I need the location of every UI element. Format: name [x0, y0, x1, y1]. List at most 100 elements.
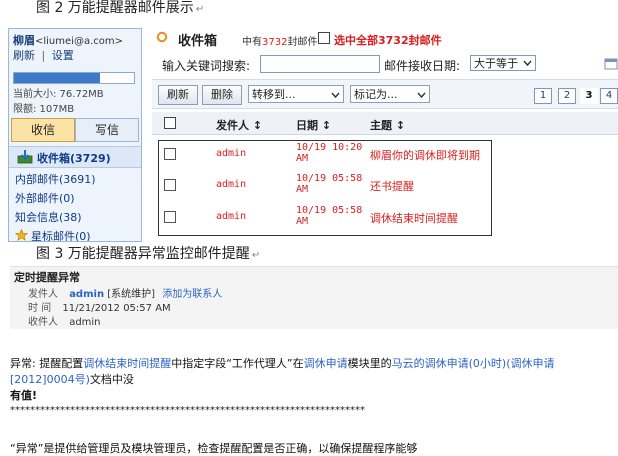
mailbox-title: 收件箱 — [178, 34, 218, 49]
mailbox-bullet-icon — [156, 31, 168, 43]
column-sender-label: 发件人 — [216, 119, 249, 132]
select-all-link[interactable]: 选中全部3732封邮件 — [334, 32, 442, 48]
date-label: 邮件接收日期: — [384, 59, 461, 73]
mail-count-prefix: 中有 — [242, 37, 262, 48]
sort-icon: ↕ — [252, 119, 263, 132]
row-date: 10/19 10:20 AM — [296, 142, 362, 164]
recipient-label: 收件人 — [28, 317, 58, 328]
receive-mail-button[interactable]: 收信 — [11, 118, 75, 142]
mail-toolbar: 刷新 删除 转移到... 标记为... 1 2 3 4 — [152, 79, 618, 109]
column-subject[interactable]: 主题 ↕ — [370, 117, 405, 133]
body-text: 中指定字段“工作代理人”在 — [171, 357, 304, 370]
sidebar-item-starred[interactable]: 星标邮件(0) — [31, 228, 91, 241]
inbox-icon — [17, 150, 33, 164]
sidebar-item-notice[interactable]: 知会信息(38) — [15, 209, 82, 225]
mark-as-select[interactable]: 标记为... — [350, 85, 430, 103]
recipient-value: admin — [69, 317, 101, 328]
sidebar-links: 刷新 | 设置 — [13, 47, 74, 63]
row-subject[interactable]: 调休结束时间提醒 — [370, 210, 458, 226]
mail-count-suffix: 封邮件 — [287, 37, 318, 48]
mail-body: 异常: 提醒配置调休结束时间提醒中指定字段“工作代理人”在调休申请模块里的马云的… — [10, 356, 616, 404]
date-filter-select[interactable]: 大于等于 — [470, 55, 536, 71]
page-button-current: 3 — [580, 88, 598, 104]
inbox-label: 收件箱(3729) — [37, 152, 111, 165]
sidebar-item-inbox[interactable]: 收件箱(3729) — [9, 146, 141, 168]
star-icon — [15, 229, 28, 241]
refresh-link[interactable]: 刷新 — [13, 49, 35, 62]
column-date-label: 日期 — [296, 119, 318, 132]
figure3-caption: 图 3 万能提醒器异常监控邮件提醒 ↵ — [36, 243, 260, 263]
paragraph-mark-icon: ↵ — [251, 250, 261, 261]
body-text: 模块里的 — [347, 357, 392, 370]
row-checkbox[interactable] — [164, 179, 176, 191]
select-all-checkbox[interactable] — [318, 32, 330, 44]
separator-stars: ****************************************… — [10, 405, 365, 416]
page-button-2[interactable]: 2 — [558, 88, 576, 104]
row-sender: admin — [216, 211, 247, 222]
chevron-down-icon — [417, 92, 426, 99]
row-subject[interactable]: 还书提醒 — [370, 178, 414, 194]
row-checkbox[interactable] — [164, 148, 176, 160]
row-date-line1: 10/19 05:58 — [296, 173, 363, 184]
refresh-button[interactable]: 刷新 — [158, 85, 198, 105]
mail-count: 中有3732封邮件 — [242, 33, 317, 48]
settings-link[interactable]: 设置 — [52, 49, 74, 62]
search-label: 输入关键词搜索: — [162, 59, 251, 73]
mail-count-value: 3732 — [262, 37, 288, 48]
chevron-down-icon — [523, 60, 532, 67]
sender-row: 发件人 admin [系统维护] 添加为联系人 — [28, 285, 222, 300]
sort-icon: ↕ — [321, 119, 332, 132]
module-link[interactable]: 调休申请 — [304, 357, 348, 370]
mailbox-title-row: 收件箱 中有3732封邮件 选中全部3732封邮件 — [152, 28, 618, 49]
search-input[interactable] — [260, 55, 380, 73]
quota-fill — [14, 73, 101, 83]
page-button-4[interactable]: 4 — [600, 88, 618, 104]
move-to-value: 转移到... — [252, 88, 296, 101]
body-text: 有值! — [10, 389, 38, 402]
time-row: 时 间 11/21/2012 05:57 AM — [28, 299, 171, 314]
link-separator: | — [41, 49, 46, 62]
row-date-line1: 10/19 05:58 — [296, 205, 363, 216]
exception-mail-header: 定时提醒异常 发件人 admin [系统维护] 添加为联系人 时 间 11/21… — [10, 266, 618, 329]
sidebar-item-external[interactable]: 外部邮件(0) — [15, 190, 75, 206]
row-date: 10/19 05:58 AM — [296, 205, 362, 227]
row-date: 10/19 05:58 AM — [296, 173, 362, 195]
column-sender[interactable]: 发件人 ↕ — [216, 117, 262, 133]
column-date[interactable]: 日期 ↕ — [296, 117, 331, 133]
user-email: <liumei@a.com> — [35, 36, 123, 47]
mail-sidebar: 柳眉<liumei@a.com> 刷新 | 设置 当前大小: 76.72MB 限… — [8, 28, 142, 242]
move-to-select[interactable]: 转移到... — [248, 85, 344, 103]
quota-bar — [13, 72, 135, 84]
add-contact-link[interactable]: 添加为联系人 — [162, 289, 222, 300]
sidebar-item-internal[interactable]: 内部邮件(3691) — [15, 171, 96, 187]
mail-subject: 定时提醒异常 — [14, 271, 80, 284]
delete-button[interactable]: 删除 — [202, 85, 242, 105]
figure3-caption-text: 图 3 万能提醒器异常监控邮件提醒 — [36, 246, 250, 262]
row-date-line2: AM — [296, 216, 309, 227]
page-button-1[interactable]: 1 — [534, 88, 552, 104]
user-info: 柳眉<liumei@a.com> — [13, 32, 123, 48]
row-date-line1: 10/19 10:20 — [296, 142, 363, 153]
user-name: 柳眉 — [13, 34, 35, 47]
write-mail-button[interactable]: 写信 — [75, 118, 139, 142]
calendar-icon[interactable] — [604, 56, 618, 70]
current-size: 当前大小: 76.72MB — [13, 89, 104, 100]
reminder-config-link[interactable]: 调休结束时间提醒 — [83, 357, 171, 370]
mail-list-header: 发件人 ↕ 日期 ↕ 主题 ↕ — [152, 112, 618, 135]
column-subject-label: 主题 — [370, 119, 392, 132]
header-checkbox[interactable] — [164, 117, 176, 129]
row-subject[interactable]: 柳眉你的调休即将到期 — [370, 147, 480, 163]
closing-text: “异常”是提供给管理员及模块管理员，检查提醒配置是否正确，以确保提醒程序能够 — [10, 442, 418, 455]
sort-icon: ↕ — [395, 119, 406, 132]
quota-limit: 限额: 107MB — [13, 104, 75, 115]
row-date-line2: AM — [296, 184, 309, 195]
recipient-row: 收件人 admin — [28, 313, 101, 328]
figure2-caption-text: 图 2 万能提醒器邮件展示 — [36, 0, 194, 16]
row-sender: admin — [216, 179, 247, 190]
mark-as-value: 标记为... — [354, 88, 398, 101]
row-date-line2: AM — [296, 153, 309, 164]
row-checkbox[interactable] — [164, 211, 176, 223]
body-text: 异常: 提醒配置 — [10, 357, 84, 370]
figure2-caption: 图 2 万能提醒器邮件展示 ↵ — [36, 0, 204, 17]
chevron-down-icon — [331, 92, 340, 99]
